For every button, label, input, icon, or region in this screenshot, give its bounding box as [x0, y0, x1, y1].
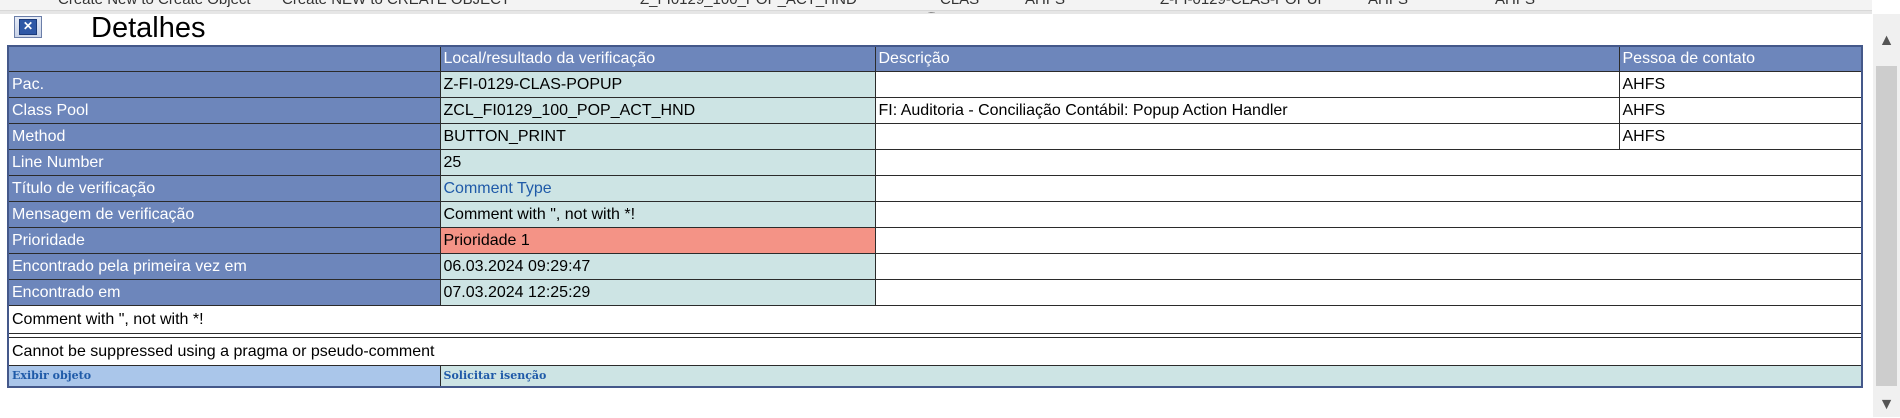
row-contact: AHFS — [1618, 71, 1863, 98]
found-value: 07.03.2024 12:25:29 — [439, 279, 876, 306]
splitter-sash[interactable] — [0, 11, 1872, 14]
row-label: Method — [7, 123, 441, 150]
column-header — [7, 45, 441, 72]
row-label: Line Number — [7, 149, 441, 176]
table-row: Prioridade Prioridade 1 — [7, 227, 1863, 254]
table-row: Line Number 25 — [7, 149, 1863, 176]
method-value[interactable]: BUTTON_PRINT — [439, 123, 876, 150]
table-row: Título de verificação Comment Type — [7, 175, 1863, 202]
actions-row: Exibir objeto Solicitar isenção — [7, 365, 1863, 388]
priority-value: Prioridade 1 — [439, 227, 876, 254]
check-title-link[interactable]: Comment Type — [439, 175, 876, 202]
row-label: Prioridade — [7, 227, 441, 254]
row-label: Pac. — [7, 71, 441, 98]
row-label: Título de verificação — [7, 175, 441, 202]
scrollbar-thumb[interactable] — [1876, 66, 1897, 386]
row-description — [874, 123, 1620, 150]
table-row: Encontrado em 07.03.2024 12:25:29 — [7, 279, 1863, 306]
table-header-row: Local/resultado da verificação Descrição… — [7, 45, 1863, 72]
page-title: Detalhes — [91, 12, 206, 44]
row-empty — [874, 227, 1863, 254]
row-contact: AHFS — [1618, 97, 1863, 124]
message-row: Comment with ", not with *! — [7, 305, 1863, 334]
top-cell: AHFS — [1025, 0, 1065, 8]
top-cell: Z-FI-0129-CLAS-POPUP — [1160, 0, 1328, 8]
row-label: Encontrado em — [7, 279, 441, 306]
line-number-value: 25 — [439, 149, 876, 176]
row-empty — [874, 201, 1863, 228]
first-found-value: 06.03.2024 09:29:47 — [439, 253, 876, 280]
table-row: Pac. Z-FI-0129-CLAS-POPUP AHFS — [7, 71, 1863, 98]
previous-list-strip: Create New to Create Object Create NEW t… — [0, 0, 1872, 11]
table-row: Class Pool ZCL_FI0129_100_POP_ACT_HND FI… — [7, 97, 1863, 124]
row-empty — [874, 149, 1863, 176]
row-empty — [874, 279, 1863, 306]
column-header-contact: Pessoa de contato — [1618, 45, 1863, 72]
top-cell: Create NEW to CREATE OBJECT — [282, 0, 510, 8]
check-message-value: Comment with ", not with *! — [439, 201, 876, 228]
vertical-scrollbar[interactable]: ▲ ▼ — [1873, 14, 1900, 417]
table-row: Mensagem de verificação Comment with ", … — [7, 201, 1863, 228]
request-exemption-link[interactable]: Solicitar isenção — [439, 365, 1863, 388]
table-row: Method BUTTON_PRINT AHFS — [7, 123, 1863, 150]
top-cell: AHFS — [1495, 0, 1535, 8]
message-text: Comment with ", not with *! — [7, 305, 1863, 334]
suppression-note: Cannot be suppressed using a pragma or p… — [7, 337, 1863, 366]
row-contact: AHFS — [1618, 123, 1863, 150]
row-label: Mensagem de verificação — [7, 201, 441, 228]
row-label: Class Pool — [7, 97, 441, 124]
row-description — [874, 71, 1620, 98]
message-row: Cannot be suppressed using a pragma or p… — [7, 337, 1863, 366]
row-empty — [874, 175, 1863, 202]
class-pool-value[interactable]: ZCL_FI0129_100_POP_ACT_HND — [439, 97, 876, 124]
top-cell: AHFS — [1368, 0, 1408, 8]
details-table: Local/resultado da verificação Descrição… — [7, 45, 1863, 388]
table-row: Encontrado pela primeira vez em 06.03.20… — [7, 253, 1863, 280]
row-label: Encontrado pela primeira vez em — [7, 253, 441, 280]
row-description: FI: Auditoria - Conciliação Contábil: Po… — [874, 97, 1620, 124]
scroll-up-icon[interactable]: ▲ — [1873, 28, 1900, 54]
top-cell: Z_FI0129_100_POP_ACT_HND — [640, 0, 857, 8]
column-header-location: Local/resultado da verificação — [439, 45, 876, 72]
package-value[interactable]: Z-FI-0129-CLAS-POPUP — [439, 71, 876, 98]
row-empty — [874, 253, 1863, 280]
show-object-link[interactable]: Exibir objeto — [7, 365, 441, 388]
scroll-down-icon[interactable]: ▼ — [1873, 392, 1900, 418]
splitter-grip[interactable]: ..... — [928, 6, 935, 15]
top-cell: Create New to Create Object — [58, 0, 251, 8]
column-header-description: Descrição — [874, 45, 1620, 72]
close-button[interactable]: ✕ — [14, 16, 42, 38]
top-cell: CLAS — [940, 0, 979, 8]
close-icon: ✕ — [19, 19, 37, 35]
